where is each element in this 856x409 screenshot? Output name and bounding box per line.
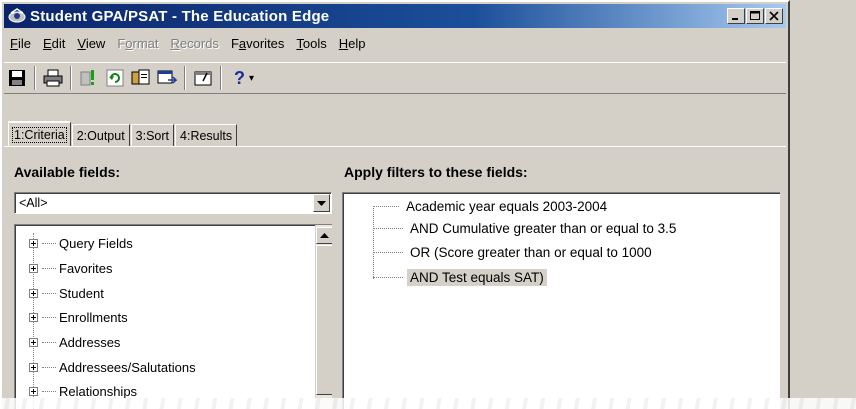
tab-sort-label: 3:Sort [135,128,170,143]
export-icon [157,70,177,84]
tree-connector [42,341,56,343]
menu-bar: File Edit View Format Records Favorites … [4,32,786,54]
copy-button[interactable] [128,65,154,91]
tab-output-label: 2:Output [76,128,125,143]
field-category-value: <All> [19,196,48,210]
tree-item-label: Query Fields [59,235,133,251]
tree-connector [42,242,56,244]
maximize-button[interactable] [746,8,764,24]
properties-button[interactable] [190,65,216,91]
tree-item-favorites[interactable]: Favorites [29,258,112,278]
minimize-button[interactable] [727,8,745,24]
tree-connector [42,267,56,269]
tree-item-label: Addressees/Salutations [59,359,196,375]
tree-item-label: Favorites [59,260,113,276]
refresh-icon [106,69,124,87]
menu-tools[interactable]: Tools [290,36,332,51]
query-button[interactable] [76,65,102,91]
help-icon: ? [233,67,245,88]
tree-connector [42,316,56,318]
expand-icon[interactable] [29,238,38,248]
scroll-up-arrow-icon [320,233,329,238]
expand-icon[interactable] [29,362,38,372]
filter-row[interactable]: Academic year equals 2003-2004 [373,195,610,217]
expand-icon[interactable] [29,263,38,273]
filter-text: AND Test equals SAT) [407,268,547,286]
refresh-button[interactable] [102,65,128,91]
tree-connector [42,390,56,392]
filter-row[interactable]: OR (Score greater than or equal to 1000 [373,241,655,263]
toolbar-separator [184,66,186,90]
tab-sort[interactable]: 3:Sort [130,124,175,146]
tree-connector [373,276,403,278]
properties-icon [194,71,212,86]
menu-records[interactable]: Records [165,36,225,51]
menu-file[interactable]: File [4,36,37,51]
tree-item-label: Relationships [59,383,138,399]
query-icon [80,70,94,86]
scroll-thumb[interactable] [316,245,332,395]
tree-item-addressees-salutations[interactable]: Addressees/Salutations [29,357,196,377]
filters-tree[interactable]: Academic year equals 2003-2004 AND Cumul… [342,192,780,409]
toolbar-separator [70,66,72,90]
close-button[interactable] [765,8,783,24]
education-edge-logo-icon [8,7,26,25]
expand-icon[interactable] [29,288,38,298]
tab-strip: 1:Criteria 2:Output 3:Sort 4:Results [8,121,238,146]
torn-edge [0,398,856,409]
print-button[interactable] [40,65,66,91]
menu-view[interactable]: View [71,36,111,51]
tab-results-label: 4:Results [180,128,233,143]
filter-row-selected[interactable]: AND Test equals SAT) [373,266,547,288]
dropdown-arrow-icon[interactable] [313,194,330,212]
toolbar: ? ▾ [4,62,786,94]
expand-icon[interactable] [29,312,38,322]
help-dropdown-icon: ▾ [248,72,255,84]
export-button[interactable] [154,65,180,91]
menu-format[interactable]: Format [111,36,164,51]
print-icon [43,69,63,87]
tab-criteria[interactable]: 1:Criteria [8,121,71,146]
filter-row[interactable]: AND Cumulative greater than or equal to … [373,217,679,239]
menu-help[interactable]: Help [333,36,372,51]
tree-connector [373,227,403,229]
menu-favorites[interactable]: Favorites [225,36,290,51]
available-fields-tree[interactable]: Query Fields Favorites Student Enrollmen… [14,224,332,409]
save-button[interactable] [4,65,30,91]
tree-connector [42,292,56,294]
expand-icon[interactable] [29,386,38,396]
tree-item-label: Addresses [59,334,121,350]
available-fields-heading: Available fields: [14,164,121,180]
window-title: Student GPA/PSAT - The Education Edge [30,7,330,25]
tree-item-query-fields[interactable]: Query Fields [29,233,133,253]
main-window: Student GPA/PSAT - The Education Edge Fi… [0,0,790,409]
scroll-up-button[interactable] [316,227,332,244]
field-category-dropdown[interactable]: <All> [14,192,332,214]
tree-item-label: Enrollments [59,309,128,325]
tab-results[interactable]: 4:Results [175,124,238,146]
help-button[interactable]: ? ▾ [226,65,262,91]
tab-output[interactable]: 2:Output [71,124,130,146]
save-icon [9,70,25,86]
tree-connector [373,251,403,253]
tree-item-label: Student [59,285,104,301]
tree-connector [373,205,399,207]
expand-icon[interactable] [29,337,38,347]
menu-edit[interactable]: Edit [37,36,71,51]
tree-item-enrollments[interactable]: Enrollments [29,307,128,327]
tree-item-student[interactable]: Student [29,283,104,303]
copy-icon [131,69,150,85]
tree-connector [42,366,56,368]
tree-scrollbar[interactable] [315,225,332,409]
title-bar[interactable]: Student GPA/PSAT - The Education Edge [4,4,786,28]
toolbar-separator [34,66,36,90]
filter-text: AND Cumulative greater than or equal to … [410,220,677,236]
tree-item-addresses[interactable]: Addresses [29,332,120,352]
tab-criteria-label: 1:Criteria [12,126,67,143]
toolbar-separator [220,66,222,90]
filter-text: OR (Score greater than or equal to 1000 [410,244,652,260]
filters-heading: Apply filters to these fields: [344,164,528,180]
tab-panel-edge [4,146,786,147]
filter-text: Academic year equals 2003-2004 [406,198,608,214]
